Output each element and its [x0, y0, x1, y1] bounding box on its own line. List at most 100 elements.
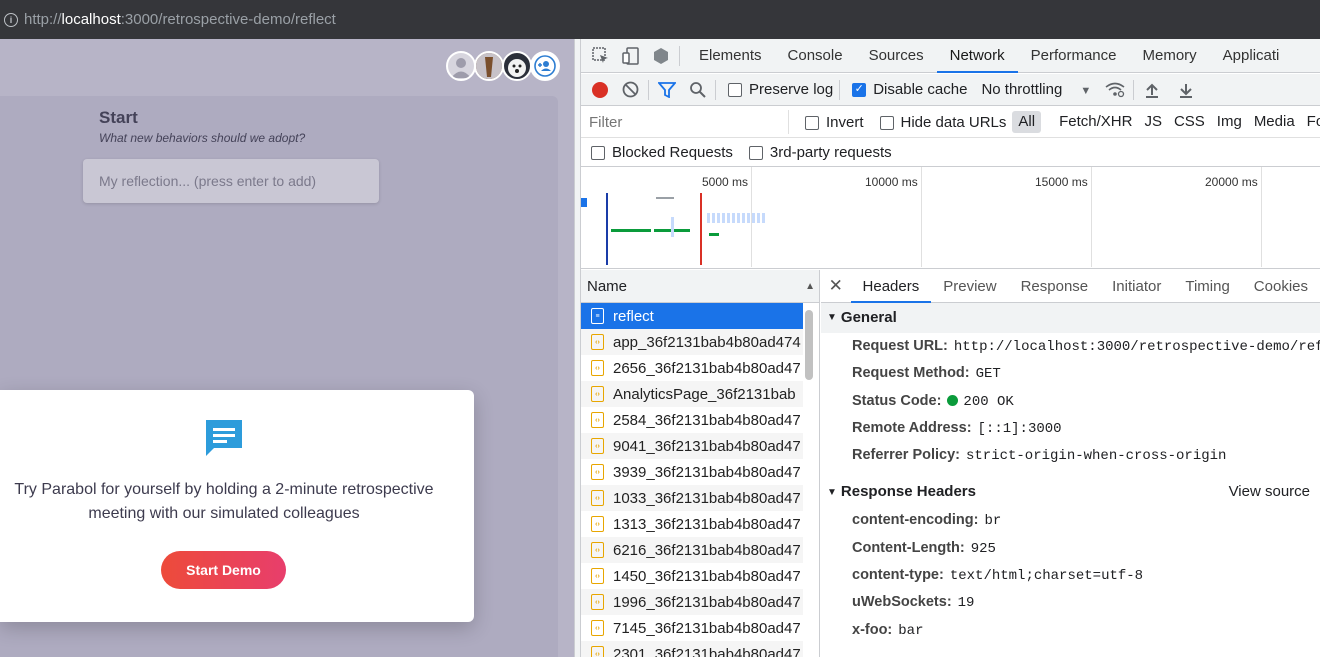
request-row[interactable]: ‹› 3939_36f2131bab4b80ad47	[581, 459, 803, 485]
type-filter-font[interactable]: Fon	[1301, 111, 1320, 133]
divider	[1133, 79, 1135, 100]
tab-cookies[interactable]: Cookies	[1242, 270, 1320, 303]
request-details-panel: ✕ Headers Preview Response Initiator Tim…	[821, 270, 1320, 657]
request-name: 2301_36f2131bab4b80ad47	[613, 645, 801, 657]
request-row[interactable]: ‹› 6216_36f2131bab4b80ad47	[581, 537, 803, 563]
start-demo-button[interactable]: Start Demo	[161, 551, 286, 589]
type-filter-js[interactable]: JS	[1138, 111, 1168, 133]
request-row[interactable]: ‹› 1996_36f2131bab4b80ad47	[581, 589, 803, 615]
tab-memory[interactable]: Memory	[1130, 39, 1210, 73]
network-overview-timeline[interactable]: 5000 ms 10000 ms 15000 ms 20000 ms	[581, 167, 1320, 269]
filter-icon[interactable]	[655, 78, 679, 102]
tab-network[interactable]: Network	[936, 39, 1018, 73]
tab-response[interactable]: Response	[1009, 270, 1101, 303]
request-row[interactable]: ‹› 2301_36f2131bab4b80ad47	[581, 641, 803, 657]
response-header-row: content-type: text/html;charset=utf-8	[821, 562, 1320, 589]
request-row[interactable]: ‹› 1033_36f2131bab4b80ad47	[581, 485, 803, 511]
timeline-bar	[656, 197, 674, 199]
timeline-tick-label: 15000 ms	[1035, 175, 1088, 189]
export-har-icon[interactable]	[1174, 78, 1198, 102]
reflection-input[interactable]: My reflection... (press enter to add)	[83, 159, 379, 203]
filter-input[interactable]	[581, 110, 789, 134]
type-filter-fetch-xhr[interactable]: Fetch/XHR	[1053, 111, 1138, 133]
import-har-icon[interactable]	[1140, 78, 1164, 102]
request-name: 1033_36f2131bab4b80ad47	[613, 489, 801, 507]
tab-sources[interactable]: Sources	[856, 39, 937, 73]
avatar[interactable]	[474, 51, 504, 81]
response-headers-section-header[interactable]: ▼ Response Headers View source	[821, 477, 1320, 508]
clear-icon[interactable]	[618, 78, 642, 102]
close-icon[interactable]: ✕	[821, 276, 851, 296]
devtools-panel: Elements Console Sources Network Perform…	[581, 39, 1320, 657]
request-row[interactable]: ‹› 1450_36f2131bab4b80ad47	[581, 563, 803, 589]
chevron-down-icon: ▼	[1080, 85, 1092, 97]
request-name: 2656_36f2131bab4b80ad47	[613, 359, 801, 377]
request-row[interactable]: ‹› 1313_36f2131bab4b80ad47	[581, 511, 803, 537]
inspect-element-icon[interactable]	[589, 44, 613, 68]
general-section-header[interactable]: ▼ General	[821, 303, 1320, 333]
request-row[interactable]: ‹› 2584_36f2131bab4b80ad47	[581, 407, 803, 433]
timeline-tick-label: 10000 ms	[865, 175, 918, 189]
type-filter-css[interactable]: CSS	[1168, 111, 1211, 133]
avatar[interactable]	[446, 51, 476, 81]
tab-timing[interactable]: Timing	[1173, 270, 1241, 303]
search-icon[interactable]	[685, 78, 709, 102]
response-header-row: uWebSockets: 19	[821, 589, 1320, 616]
invert-checkbox[interactable]: Invert	[805, 114, 864, 131]
script-file-icon: ‹›	[591, 386, 604, 402]
throttling-select[interactable]: No throttling ▼	[981, 81, 1091, 98]
tab-preview[interactable]: Preview	[931, 270, 1008, 303]
pane-splitter[interactable]	[574, 39, 581, 657]
script-file-icon: ‹›	[591, 490, 604, 506]
hide-data-urls-label: Hide data URLs	[900, 113, 1007, 131]
request-row[interactable]: ‹› app_36f2131bab4b80ad474	[581, 329, 803, 355]
hide-data-urls-checkbox[interactable]: Hide data URLs	[879, 113, 1007, 131]
avatar[interactable]	[502, 51, 532, 81]
tab-headers[interactable]: Headers	[850, 270, 932, 303]
document-file-icon: ≡	[591, 308, 604, 324]
request-row[interactable]: ‹› 2656_36f2131bab4b80ad47	[581, 355, 803, 381]
request-name: 1313_36f2131bab4b80ad47	[613, 515, 801, 533]
request-name: 2584_36f2131bab4b80ad47	[613, 411, 801, 429]
request-row[interactable]: ‹› 7145_36f2131bab4b80ad47	[581, 615, 803, 641]
tab-initiator[interactable]: Initiator	[1100, 270, 1173, 303]
tab-performance[interactable]: Performance	[1018, 39, 1130, 73]
tab-application[interactable]: Applicati	[1210, 39, 1293, 73]
type-filter-img[interactable]: Img	[1211, 111, 1248, 133]
status-code-row: Status Code: 200 OK	[821, 388, 1320, 415]
network-conditions-icon[interactable]	[1103, 78, 1127, 102]
type-filter-media[interactable]: Media	[1248, 111, 1301, 133]
modal-message: Try Parabol for yourself by holding a 2-…	[14, 481, 434, 522]
third-party-checkbox[interactable]: 3rd-party requests	[748, 144, 892, 161]
request-rows: ≡ reflect ‹› app_36f2131bab4b80ad474 ‹› 2656_…	[581, 303, 819, 657]
request-name: 7145_36f2131bab4b80ad47	[613, 619, 801, 637]
info-icon[interactable]: i	[4, 12, 18, 27]
view-source-link[interactable]: View source	[1229, 477, 1310, 507]
tab-elements[interactable]: Elements	[686, 39, 775, 73]
preserve-log-checkbox[interactable]: Preserve log	[728, 81, 833, 98]
tab-console[interactable]: Console	[775, 39, 856, 73]
preserve-log-label: Preserve log	[749, 81, 834, 98]
type-filter-all[interactable]: All	[1012, 111, 1042, 133]
disable-cache-checkbox[interactable]: ✓ Disable cache	[852, 81, 967, 98]
extension-hexagon-icon[interactable]	[649, 44, 673, 68]
request-list-scrollbar[interactable]	[805, 310, 813, 380]
add-teammate-icon[interactable]	[530, 51, 560, 81]
request-row[interactable]: ≡ reflect	[581, 303, 803, 329]
team-avatars	[446, 51, 560, 81]
blocked-requests-checkbox[interactable]: Blocked Requests	[591, 144, 733, 161]
header-key: Referrer Policy:	[852, 447, 960, 464]
timeline-tick-label: 5000 ms	[702, 175, 749, 189]
header-value: 200 OK	[963, 393, 1014, 410]
address-bar[interactable]: i http://localhost:3000/retrospective-de…	[0, 0, 1320, 39]
app-pane: Start What new behaviors should we adopt…	[0, 39, 574, 657]
device-toolbar-icon[interactable]	[619, 44, 643, 68]
header-value: 925	[970, 540, 996, 557]
name-column-header[interactable]: Name ▲	[581, 270, 819, 303]
request-row[interactable]: ‹› 9041_36f2131bab4b80ad47	[581, 433, 803, 459]
devtools-tabbar: Elements Console Sources Network Perform…	[581, 39, 1320, 73]
divider	[715, 79, 716, 100]
record-button[interactable]	[592, 81, 608, 98]
request-row[interactable]: ‹› AnalyticsPage_36f2131bab	[581, 381, 803, 407]
header-value: text/html;charset=utf-8	[949, 568, 1144, 585]
